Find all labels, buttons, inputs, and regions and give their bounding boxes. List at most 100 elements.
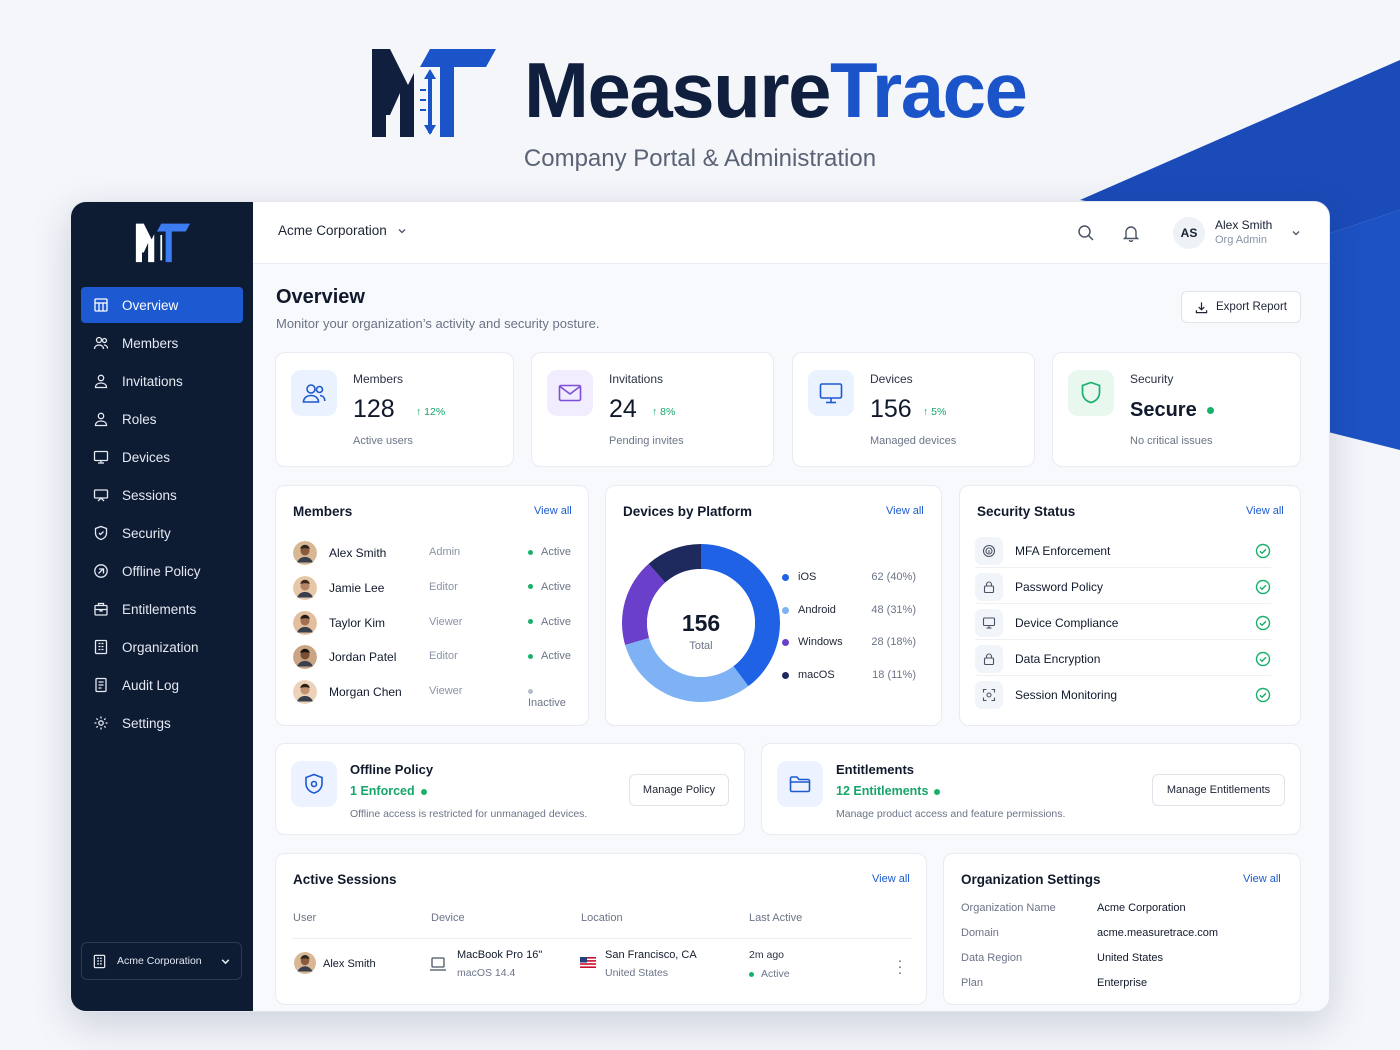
sidebar-logo[interactable] xyxy=(135,220,191,264)
fingerprint-icon xyxy=(982,544,996,558)
session-device-os: macOS 14.4 xyxy=(457,967,516,979)
sidebar-item-label: Roles xyxy=(122,411,157,427)
bell-icon[interactable] xyxy=(1122,224,1140,242)
legend-swatch xyxy=(782,606,789,614)
security-item-data-encryption[interactable]: Data Encryption xyxy=(975,642,1271,676)
check-circle-icon xyxy=(1255,543,1271,559)
stat-card-devices[interactable]: Devices 156 ↑ 5% Managed devices xyxy=(792,352,1035,467)
org-setting-key: Plan xyxy=(961,977,984,989)
card-title: Organization Settings xyxy=(961,872,1101,887)
chevron-down-icon[interactable] xyxy=(1291,228,1301,238)
security-item-session-monitoring[interactable]: Session Monitoring xyxy=(975,678,1271,712)
stat-card-members[interactable]: Members 128 ↑ 12% Active users xyxy=(275,352,514,467)
user-name: Alex Smith xyxy=(1215,218,1273,232)
security-view-all-link[interactable]: View all xyxy=(1246,505,1284,517)
org-switcher[interactable]: Acme Corporation xyxy=(81,942,242,980)
member-name: Jordan Patel xyxy=(329,650,397,665)
building-icon xyxy=(93,954,106,968)
building-icon xyxy=(94,639,108,655)
search-icon[interactable] xyxy=(1077,224,1095,242)
stat-value: 128 xyxy=(353,395,395,423)
security-item-password[interactable]: Password Policy xyxy=(975,570,1271,604)
entitlements-status: 12 Entitlements xyxy=(836,784,941,798)
org-select[interactable]: Acme Corporation xyxy=(278,223,407,238)
org-settings-view-all-link[interactable]: View all xyxy=(1243,873,1281,885)
sidebar-item-members[interactable]: Members xyxy=(81,325,243,361)
sidebar-item-label: Sessions xyxy=(122,487,177,503)
sidebar-item-label: Overview xyxy=(122,297,179,313)
legend-item-macos[interactable]: macOS 18 (11%) xyxy=(782,668,916,684)
sidebar-item-settings[interactable]: Settings xyxy=(81,705,243,741)
member-status-label: Inactive xyxy=(528,697,566,710)
security-item-mfa[interactable]: MFA Enforcement xyxy=(975,534,1271,568)
stat-label: Invitations xyxy=(609,372,664,386)
entitlements-status-label: Entitlements xyxy=(853,784,929,798)
column-header-location[interactable]: Location xyxy=(581,912,623,924)
row-more-menu-icon[interactable]: · · · xyxy=(895,953,905,979)
stat-value: Secure xyxy=(1130,399,1214,422)
sidebar-item-roles[interactable]: Roles xyxy=(81,401,243,437)
members-view-all-link[interactable]: View all xyxy=(534,505,572,517)
legend-label: macOS xyxy=(798,668,835,681)
security-item-device-compliance[interactable]: Device Compliance xyxy=(975,606,1271,640)
session-status: Active xyxy=(749,968,790,980)
list-item[interactable]: Taylor Kim Viewer Active xyxy=(293,610,573,636)
laptop-icon xyxy=(430,957,446,971)
organization-settings-card: Organization Settings View all Organizat… xyxy=(943,853,1301,1005)
stat-card-security[interactable]: Security Secure No critical issues xyxy=(1052,352,1301,467)
sessions-view-all-link[interactable]: View all xyxy=(872,873,910,885)
session-user: Alex Smith xyxy=(323,958,376,970)
sidebar-item-overview[interactable]: Overview xyxy=(81,287,243,323)
sidebar-item-organization[interactable]: Organization xyxy=(81,629,243,665)
status-dot xyxy=(528,653,533,659)
page-title: Overview xyxy=(276,286,365,308)
legend-item-android[interactable]: Android 48 (31%) xyxy=(782,603,916,619)
list-item[interactable]: Morgan Chen Viewer Inactive xyxy=(293,679,573,709)
devices-by-platform-card: Devices by Platform View all 156 Total i… xyxy=(605,485,942,726)
column-header-last-active[interactable]: Last Active xyxy=(749,912,802,924)
stat-card-invitations[interactable]: Invitations 24 ↑ 8% Pending invites xyxy=(531,352,774,467)
member-status: Inactive xyxy=(528,685,573,709)
export-report-button[interactable]: Export Report xyxy=(1181,291,1301,323)
list-item[interactable]: Jordan Patel Editor Active xyxy=(293,644,573,670)
sidebar-item-security[interactable]: Security xyxy=(81,515,243,551)
sidebar-item-sessions[interactable]: Sessions xyxy=(81,477,243,513)
table-row[interactable]: Alex Smith MacBook Pro 16" macOS 14.4 Sa… xyxy=(292,938,912,998)
devices-view-all-link[interactable]: View all xyxy=(886,505,924,517)
legend-item-ios[interactable]: iOS 62 (40%) xyxy=(782,570,916,586)
sidebar-item-entitlements[interactable]: Entitlements xyxy=(81,591,243,627)
member-name: Morgan Chen xyxy=(329,685,402,700)
org-setting-value: Acme Corporation xyxy=(1097,902,1186,914)
list-item[interactable]: Jamie Lee Editor Active xyxy=(293,575,573,601)
avatar[interactable]: AS xyxy=(1173,217,1205,249)
member-status-label: Active xyxy=(541,650,571,663)
sidebar-item-label: Entitlements xyxy=(122,601,197,617)
legend-value: 28 (18%) xyxy=(871,636,916,648)
status-dot xyxy=(934,788,941,795)
security-status-card: Security Status View all MFA Enforcement… xyxy=(959,485,1301,726)
session-location: San Francisco, CA xyxy=(605,949,697,961)
sidebar-item-audit-log[interactable]: Audit Log xyxy=(81,667,243,703)
column-header-device[interactable]: Device xyxy=(431,912,465,924)
legend-label: iOS xyxy=(798,571,817,583)
manage-entitlements-button[interactable]: Manage Entitlements xyxy=(1152,774,1285,806)
list-item[interactable]: Alex Smith Admin Active xyxy=(293,540,573,566)
donut-total-label: Total xyxy=(689,640,712,652)
brand-header: MeasureTrace Company Portal & Administra… xyxy=(0,40,1400,180)
org-switcher-label: Acme Corporation xyxy=(117,955,202,967)
monitor-icon xyxy=(819,383,843,404)
session-last-active: 2m ago xyxy=(749,949,785,961)
manage-policy-button[interactable]: Manage Policy xyxy=(629,774,729,806)
column-header-user[interactable]: User xyxy=(293,912,316,924)
measuretrace-logo xyxy=(372,49,496,137)
page-subtitle: Monitor your organization’s activity and… xyxy=(276,316,600,331)
sidebar-item-invitations[interactable]: Invitations xyxy=(81,363,243,399)
sidebar-item-offline-policy[interactable]: Offline Policy xyxy=(81,553,243,589)
scan-icon xyxy=(982,688,996,702)
check-circle-icon xyxy=(1255,651,1271,667)
sidebar-item-devices[interactable]: Devices xyxy=(81,439,243,475)
status-dot xyxy=(528,549,533,555)
top-bar: Acme Corporation AS Alex Smith Org Admin xyxy=(253,202,1329,264)
legend-item-windows[interactable]: Windows 28 (18%) xyxy=(782,635,916,651)
stat-delta: ↑ 5% xyxy=(923,406,947,418)
